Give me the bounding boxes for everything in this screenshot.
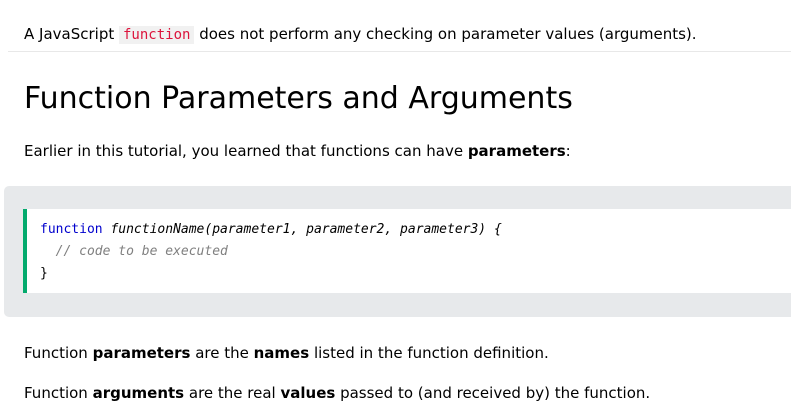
- para2-text-1: Function: [24, 344, 93, 362]
- para3-bold-values: values: [280, 384, 336, 402]
- code-keyword-function: function: [40, 222, 103, 237]
- inline-code-function: function: [119, 26, 195, 44]
- para1-bold-parameters: parameters: [467, 142, 566, 160]
- para2-text-2: are the: [190, 344, 254, 362]
- para1-text: Earlier in this tutorial, you learned th…: [24, 142, 468, 160]
- para2-text-3: listed in the function definition.: [309, 344, 549, 362]
- section-divider: [8, 51, 791, 52]
- section-heading: Function Parameters and Arguments: [24, 81, 573, 116]
- para2-bold-parameters: parameters: [92, 344, 191, 362]
- para3-text-3: passed to (and received by) the function…: [335, 384, 651, 402]
- para3-text-2: are the real: [184, 384, 281, 402]
- code-function-signature: functionName(parameter1, parameter2, par…: [110, 222, 502, 237]
- parameters-definition-paragraph: Function parameters are the names listed…: [24, 342, 549, 364]
- code-closing-brace: }: [40, 266, 48, 281]
- para2-bold-names: names: [253, 344, 310, 362]
- intro-paragraph: A JavaScript function does not perform a…: [24, 23, 697, 46]
- para3-text-1: Function: [24, 384, 93, 402]
- para3-bold-arguments: arguments: [92, 384, 185, 402]
- arguments-definition-paragraph: Function arguments are the real values p…: [24, 382, 650, 404]
- intro-text-start: A JavaScript: [24, 25, 119, 43]
- para1-end: :: [565, 142, 571, 160]
- intro-parameters-paragraph: Earlier in this tutorial, you learned th…: [24, 140, 571, 162]
- intro-text-end: does not perform any checking on paramet…: [194, 25, 697, 43]
- code-block: function functionName(parameter1, parame…: [23, 209, 791, 293]
- code-comment: // code to be executed: [55, 244, 228, 259]
